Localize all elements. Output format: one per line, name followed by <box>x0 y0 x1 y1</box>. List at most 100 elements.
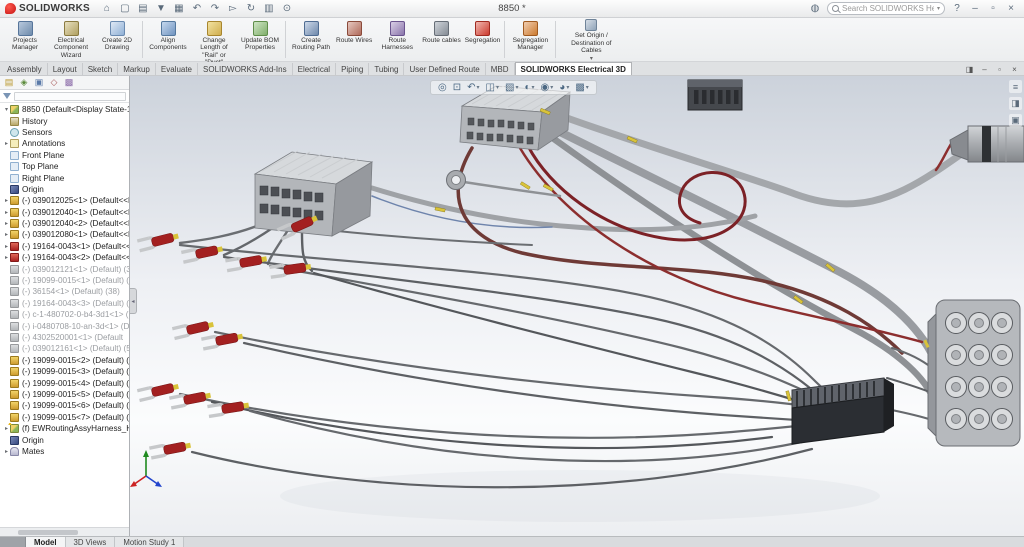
tree-arrow-icon[interactable]: ▸ <box>3 448 10 455</box>
viewport-3d-scene[interactable] <box>130 76 1024 536</box>
tree-item[interactable]: ▸(-) 19164-0043<1> (Default<<Defau <box>1 241 129 252</box>
help-icon[interactable]: ? <box>949 2 965 16</box>
ribbon-button-create-routing-path[interactable]: Create Routing Path <box>288 19 334 60</box>
search-dropdown-icon[interactable]: ▾ <box>937 5 940 12</box>
collapse-panel-icon[interactable]: ≡ <box>1009 80 1022 93</box>
panel-tab-dimxpertmanager[interactable]: ◇ <box>47 77 61 89</box>
display-pane-toggle-icon[interactable]: ◨ <box>963 64 976 75</box>
ribbon-button-electrical-component-wizard[interactable]: Electrical Component Wizard <box>48 19 94 60</box>
help-search-box[interactable]: ▾ <box>827 2 945 15</box>
tree-item[interactable]: (-) 4302520001<1> (Default <box>1 332 129 343</box>
display-style-icon[interactable]: ◐ <box>524 82 530 93</box>
search-input[interactable] <box>842 4 934 13</box>
splitter-handle[interactable] <box>0 537 26 547</box>
ring-terminal[interactable] <box>447 171 466 190</box>
tree-item[interactable]: ▸(-) 039012040<1> (Default<<Default <box>1 207 129 218</box>
open-icon[interactable]: ▤ <box>135 2 151 16</box>
ribbon-button-create-2d-drawing[interactable]: Create 2D Drawing <box>94 19 140 60</box>
tree-arrow-icon[interactable]: ▾ <box>3 106 10 113</box>
tree-item[interactable]: Origin <box>1 434 129 445</box>
tree-item[interactable]: Origin <box>1 184 129 195</box>
headsup-tool-hide-show-items[interactable]: ◉▾ <box>539 82 556 93</box>
tree-item[interactable]: (-) 19099-0015<1> (Default) (37) <box>1 275 129 286</box>
tree-item[interactable]: ▸(-) 039012025<1> (Default<<Default <box>1 195 129 206</box>
tree-item[interactable]: (-) 19099-0015<5> (Default) (55) <box>1 389 129 400</box>
command-tab-solidworks-electrical-3d[interactable]: SOLIDWORKS Electrical 3D <box>515 62 632 75</box>
ribbon-button-route-harnesses[interactable]: Route Harnesses <box>374 19 420 60</box>
headsup-tool-display-style[interactable]: ◐▾ <box>522 82 536 93</box>
tree-item[interactable]: ▾8850 (Default<Display State-1>) <box>1 104 129 115</box>
command-tab-user-defined-route[interactable]: User Defined Route <box>404 63 485 75</box>
panel-tab-configurationmanager[interactable]: ▣ <box>32 77 46 89</box>
ribbon-button-segregation-manager[interactable]: Segregation Manager <box>507 19 553 60</box>
tree-arrow-icon[interactable]: ▸ <box>3 220 10 227</box>
options-icon[interactable]: ⊙ <box>279 2 295 16</box>
connector-right-round-pin[interactable] <box>923 300 1020 446</box>
zoom-fit-icon[interactable]: ◎ <box>438 82 447 93</box>
section-view-icon[interactable]: ◫ <box>486 82 495 93</box>
command-tab-tubing[interactable]: Tubing <box>369 63 404 75</box>
tree-item[interactable]: (-) 19099-0015<2> (Default) (52) <box>1 355 129 366</box>
ribbon-button-route-wires[interactable]: Route Wires <box>334 19 374 60</box>
ribbon-button-set-origin[interactable]: Set Origin / Destination of Cables▾ <box>558 19 624 60</box>
edit-appearance-icon[interactable]: ◕ <box>559 82 565 93</box>
tree-item[interactable]: (-) 19099-0015<3> (Default) (53) <box>1 366 129 377</box>
tree-item[interactable]: (-) 039012161<1> (Default) (51) <box>1 343 129 354</box>
ribbon-button-change-length[interactable]: Change Length of "Rail" or "Duct" <box>191 19 237 60</box>
statusbar-tab-3d-views[interactable]: 3D Views <box>66 537 116 547</box>
command-tab-evaluate[interactable]: Evaluate <box>156 63 198 75</box>
zoom-to-area-icon[interactable]: ⊡ <box>453 82 461 93</box>
globe-icon[interactable]: ◍ <box>807 2 823 16</box>
close-icon[interactable]: × <box>1003 2 1019 16</box>
tree-item[interactable]: ▸▲(f) EWRoutingAssyHarness_H8 <box>1 423 129 434</box>
command-tab-piping[interactable]: Piping <box>336 63 369 75</box>
tree-arrow-icon[interactable]: ▸ <box>3 254 10 261</box>
tree-item[interactable]: (-) 19164-0043<3> (Default) (39) <box>1 298 129 309</box>
new-document-icon[interactable]: ▢ <box>117 2 133 16</box>
tree-item[interactable]: ▸(-) 039012040<2> (Default<<Default <box>1 218 129 229</box>
tree-arrow-icon[interactable]: ▸ <box>3 140 10 147</box>
tree-item[interactable]: ▸(-) 039012080<1> (Default<<Default <box>1 229 129 240</box>
ribbon-button-update-bom[interactable]: Update BOM Properties <box>237 19 283 60</box>
panel-collapse-handle[interactable]: ◂ <box>130 288 137 314</box>
headsup-tool-view-settings[interactable]: ▩▾ <box>573 82 590 93</box>
tree-item[interactable]: Right Plane <box>1 172 129 183</box>
command-tab-markup[interactable]: Markup <box>118 63 156 75</box>
view-settings-icon[interactable]: ▩ <box>575 82 584 93</box>
headsup-tool-previous-view[interactable]: ↶▾ <box>465 82 481 93</box>
panel-tab-displaymanager[interactable]: ▩ <box>62 77 76 89</box>
select-icon[interactable]: ▻ <box>225 2 241 16</box>
headsup-tool-zoom-fit[interactable]: ◎ <box>436 82 449 93</box>
statusbar-tab-motion-study-1[interactable]: Motion Study 1 <box>115 537 184 547</box>
ribbon-button-projects-manager[interactable]: Projects Manager <box>2 19 48 60</box>
home-icon[interactable]: ⌂ <box>99 2 115 16</box>
file-properties-icon[interactable]: ▥ <box>261 2 277 16</box>
connector-black-top-right[interactable] <box>688 80 742 110</box>
tree-item[interactable]: (-) 19099-0015<7> (Default) (57) <box>1 412 129 423</box>
tree-arrow-icon[interactable]: ▸ <box>3 209 10 216</box>
headsup-tool-zoom-to-area[interactable]: ⊡ <box>451 82 463 93</box>
minimize-icon[interactable]: – <box>967 2 983 16</box>
headsup-tool-section-view[interactable]: ◫▾ <box>484 82 501 93</box>
ribbon-button-route-cables[interactable]: Route cables <box>420 19 463 60</box>
tree-item[interactable]: (-) 36154<1> (Default) (38) <box>1 286 129 297</box>
ribbon-button-align-components[interactable]: Align Components <box>145 19 191 60</box>
statusbar-tab-model[interactable]: Model <box>26 537 66 547</box>
tree-item[interactable]: (-) 19099-0015<4> (Default) (54) <box>1 377 129 388</box>
headsup-tool-view-orientation[interactable]: ▧▾ <box>503 82 520 93</box>
tree-item[interactable]: (-) i-0480708-10-an-3d<1> (Default <box>1 320 129 331</box>
filter-input[interactable] <box>14 92 126 101</box>
command-tab-solidworks-add-ins[interactable]: SOLIDWORKS Add-Ins <box>198 63 293 75</box>
view-orientation-icon[interactable]: ▧ <box>505 82 514 93</box>
previous-view-icon[interactable]: ↶ <box>467 82 475 93</box>
tree-item[interactable]: Top Plane <box>1 161 129 172</box>
scrollbar-thumb[interactable] <box>18 530 78 535</box>
tree-item[interactable]: ▸Annotations <box>1 138 129 149</box>
tree-item[interactable]: (-) 039012121<1> (Default) (36) <box>1 263 129 274</box>
save-icon[interactable]: ▼ <box>153 2 169 16</box>
print-icon[interactable]: ▦ <box>171 2 187 16</box>
tree-item[interactable]: Sensors <box>1 127 129 138</box>
filter-funnel-icon[interactable] <box>3 93 11 99</box>
undo-icon[interactable]: ↶ <box>189 2 205 16</box>
tree-arrow-icon[interactable]: ▸ <box>3 243 10 250</box>
